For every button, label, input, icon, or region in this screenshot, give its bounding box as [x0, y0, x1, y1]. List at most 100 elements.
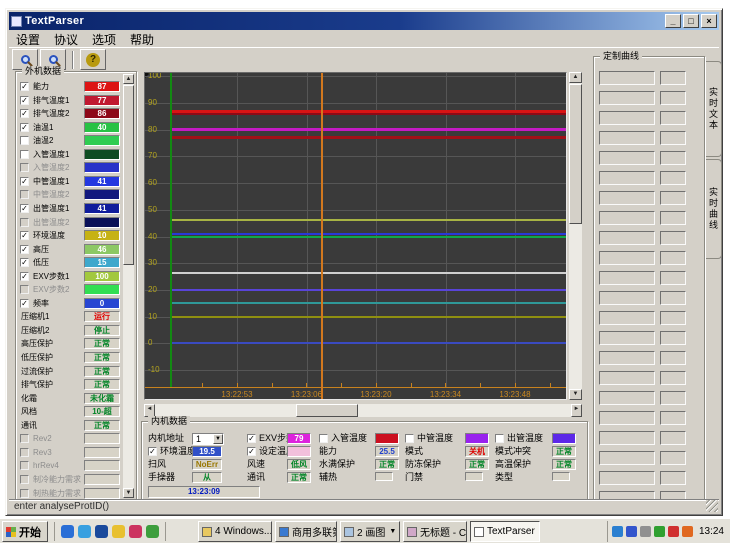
taskbar-button-2 画图[interactable]: 2 画图▼: [340, 521, 400, 542]
curve-value-field[interactable]: [660, 151, 686, 165]
scroll-down-arrow[interactable]: ▼: [569, 389, 582, 400]
checkbox-入管温度1[interactable]: [20, 150, 29, 159]
curve-name-field[interactable]: [599, 391, 655, 405]
curve-value-field[interactable]: [660, 271, 686, 285]
curve-name-field[interactable]: [599, 431, 655, 445]
curve-value-field[interactable]: [660, 371, 686, 385]
curve-value-field[interactable]: [660, 451, 686, 465]
curve-value-field[interactable]: [660, 331, 686, 345]
taskbar-button-TextParser[interactable]: TextParser: [470, 521, 540, 542]
curve-name-field[interactable]: [599, 471, 655, 485]
scroll-up-arrow[interactable]: ▲: [123, 74, 134, 84]
update-icon[interactable]: [626, 526, 637, 537]
scroll-down-arrow[interactable]: ▼: [123, 488, 134, 498]
curve-name-field[interactable]: [599, 311, 655, 325]
checkbox-环境温度[interactable]: ✓: [148, 447, 157, 456]
taskbar-button-商用多联第...[interactable]: 商用多联第...: [275, 521, 337, 542]
curve-value-field[interactable]: [660, 291, 686, 305]
checkbox-Rev3[interactable]: [20, 448, 29, 457]
curve-name-field[interactable]: [599, 451, 655, 465]
taskbar-button-4 Windows...[interactable]: 4 Windows...▼: [198, 521, 272, 542]
volume-icon[interactable]: [640, 526, 651, 537]
minimize-button[interactable]: _: [665, 14, 681, 28]
scroll-right-arrow[interactable]: ►: [571, 404, 582, 417]
checkbox-环境温度[interactable]: ✓: [20, 231, 29, 240]
curve-name-field[interactable]: [599, 331, 655, 345]
scroll-up-arrow[interactable]: ▲: [569, 72, 582, 83]
scrollbar-thumb[interactable]: [296, 404, 358, 417]
checkbox-高压[interactable]: ✓: [20, 245, 29, 254]
curve-value-field[interactable]: [660, 351, 686, 365]
curve-value-field[interactable]: [660, 191, 686, 205]
checkbox-hrRev4[interactable]: [20, 461, 29, 470]
curve-name-field[interactable]: [599, 231, 655, 245]
chart-cursor-line[interactable]: [321, 73, 323, 399]
checkbox-排气温度2[interactable]: ✓: [20, 109, 29, 118]
checkbox-出管温度[interactable]: [495, 434, 504, 443]
curve-name-field[interactable]: [599, 371, 655, 385]
checkbox-能力[interactable]: ✓: [20, 82, 29, 91]
mail-icon[interactable]: [129, 525, 142, 538]
restore-button[interactable]: □: [683, 14, 699, 28]
help-button[interactable]: ?: [80, 49, 106, 70]
checkbox-低压[interactable]: ✓: [20, 258, 29, 267]
checkbox-频率[interactable]: ✓: [20, 299, 29, 308]
chevron-down-icon[interactable]: ▼: [389, 528, 396, 535]
curve-value-field[interactable]: [660, 131, 686, 145]
curve-name-field[interactable]: [599, 271, 655, 285]
chart-vertical-scrollbar[interactable]: ▲ ▼: [569, 72, 582, 400]
menu-item-协议[interactable]: 协议: [47, 31, 85, 48]
indoor-address-dropdown[interactable]: 1▼: [192, 433, 224, 445]
antivirus-icon[interactable]: [654, 526, 665, 537]
curve-name-field[interactable]: [599, 291, 655, 305]
curve-name-field[interactable]: [599, 71, 655, 85]
checkbox-设定温度[interactable]: ✓: [247, 447, 256, 456]
checkbox-Rev2[interactable]: [20, 434, 29, 443]
side-tab-实时文本[interactable]: 实时文本: [706, 61, 722, 157]
checkbox-出管温度2[interactable]: [20, 218, 29, 227]
curve-value-field[interactable]: [660, 211, 686, 225]
checkbox-EXV步数[interactable]: ✓: [247, 434, 256, 443]
curve-value-field[interactable]: [660, 231, 686, 245]
curve-value-field[interactable]: [660, 251, 686, 265]
checkbox-出管温度1[interactable]: ✓: [20, 204, 29, 213]
curve-name-field[interactable]: [599, 351, 655, 365]
checkbox-排气温度1[interactable]: ✓: [20, 96, 29, 105]
checkbox-中管温度1[interactable]: ✓: [20, 177, 29, 186]
menu-item-设置[interactable]: 设置: [9, 31, 47, 48]
curve-name-field[interactable]: [599, 211, 655, 225]
checkbox-中管温度2[interactable]: [20, 190, 29, 199]
titlebar[interactable]: TextParser _□×: [9, 12, 719, 30]
curve-value-field[interactable]: [660, 71, 686, 85]
plot-area[interactable]: 1009080706050403020100-1013:22:5313:23:0…: [144, 72, 567, 400]
menu-item-帮助[interactable]: 帮助: [123, 31, 161, 48]
checkbox-油温2[interactable]: [20, 136, 29, 145]
clock-sync-icon[interactable]: [682, 526, 693, 537]
curve-name-field[interactable]: [599, 251, 655, 265]
curve-value-field[interactable]: [660, 391, 686, 405]
checkbox-油温1[interactable]: ✓: [20, 123, 29, 132]
curve-value-field[interactable]: [660, 311, 686, 325]
chart-horizontal-scrollbar[interactable]: ◄ ►: [144, 404, 582, 417]
outdoor-scrollbar[interactable]: ▲ ▼: [123, 74, 134, 498]
ie-icon[interactable]: [61, 525, 74, 538]
checkbox-入管温度[interactable]: [319, 434, 328, 443]
media-player-icon[interactable]: [95, 525, 108, 538]
curve-name-field[interactable]: [599, 411, 655, 425]
curve-name-field[interactable]: [599, 171, 655, 185]
notes-icon[interactable]: [112, 525, 125, 538]
curve-value-field[interactable]: [660, 111, 686, 125]
start-button[interactable]: 开始: [2, 521, 48, 542]
download-icon[interactable]: [668, 526, 679, 537]
dropdown-arrow-icon[interactable]: ▼: [213, 434, 223, 444]
taskbar-button-无标题 - C...[interactable]: 无标题 - C...: [403, 521, 467, 542]
curve-name-field[interactable]: [599, 151, 655, 165]
curve-value-field[interactable]: [660, 471, 686, 485]
side-tab-实时曲线[interactable]: 实时曲线: [706, 159, 722, 259]
curve-value-field[interactable]: [660, 411, 686, 425]
checkbox-制冷能力需求[interactable]: [20, 475, 29, 484]
close-button[interactable]: ×: [701, 14, 717, 28]
curve-name-field[interactable]: [599, 131, 655, 145]
curve-name-field[interactable]: [599, 91, 655, 105]
curve-value-field[interactable]: [660, 171, 686, 185]
